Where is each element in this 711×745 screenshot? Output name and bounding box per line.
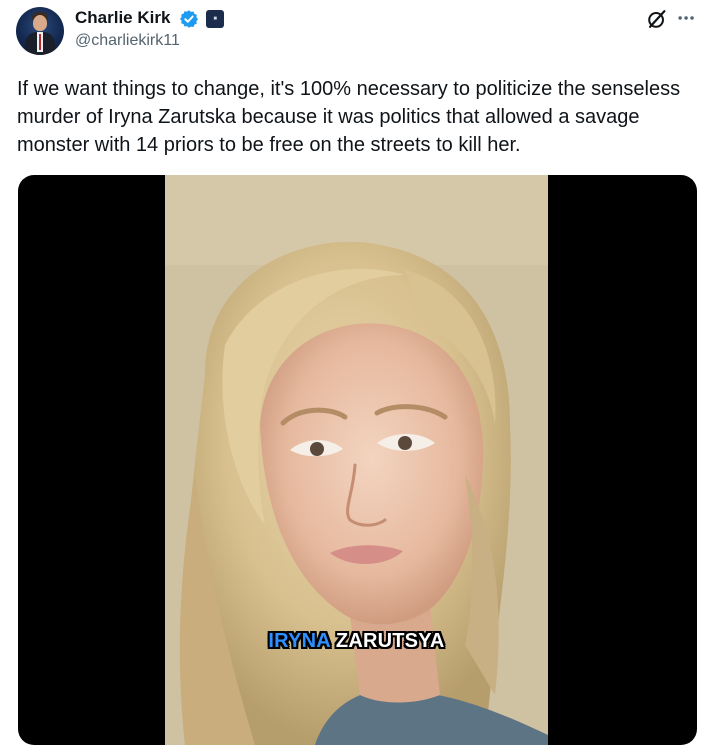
- portrait-illustration: [165, 175, 548, 745]
- media-caption: IRYNA ZARUTSYA: [165, 629, 548, 653]
- organization-badge-icon[interactable]: ■: [206, 10, 224, 28]
- verified-badge-icon: [180, 10, 198, 28]
- avatar-face: [33, 15, 47, 31]
- avatar-tie: [39, 34, 41, 50]
- author-handle[interactable]: @charliekirk11: [75, 31, 180, 51]
- author-name[interactable]: Charlie Kirk: [75, 7, 170, 29]
- tweet-media[interactable]: IRYNA ZARUTSYA: [18, 175, 697, 745]
- grok-icon[interactable]: [646, 8, 668, 30]
- tweet-text: If we want things to change, it's 100% n…: [17, 78, 681, 156]
- avatar[interactable]: [16, 7, 64, 55]
- caption-second-word: ZARUTSYA: [335, 630, 445, 652]
- more-options-icon[interactable]: [676, 7, 698, 29]
- caption-first-word: IRYNA: [268, 630, 331, 652]
- media-photo: IRYNA ZARUTSYA: [165, 175, 548, 745]
